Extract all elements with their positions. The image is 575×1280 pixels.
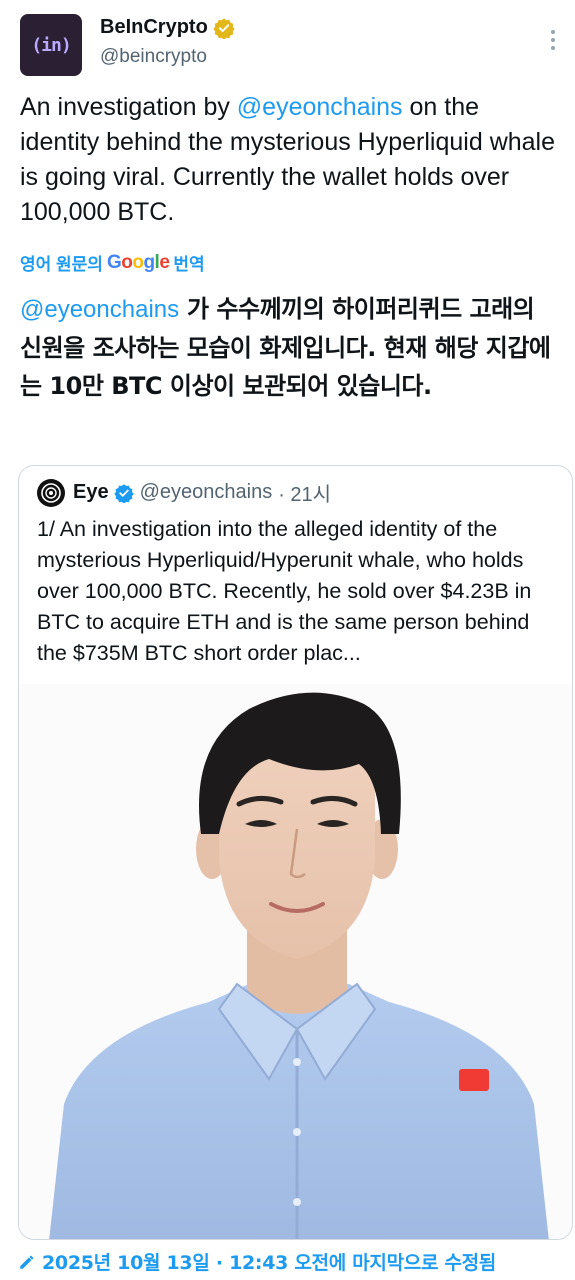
eye-avatar-icon[interactable] <box>37 478 65 507</box>
tweet-mention[interactable]: @eyeonchains <box>237 93 403 121</box>
quoted-author-name[interactable]: Eye <box>73 481 109 504</box>
translation-attribution[interactable]: 영어 원문의 Google 번역 <box>20 250 205 275</box>
quoted-text: 1/ An investigation into the alleged ide… <box>37 517 532 665</box>
author-avatar[interactable]: (in) <box>20 14 82 76</box>
quoted-tweet-header: Eye @eyeonchains · 21시 <box>37 478 331 507</box>
quoted-tweet[interactable]: Eye @eyeonchains · 21시 1/ An investigati… <box>18 465 573 1240</box>
edited-timestamp: 2025년 10월 13일 · 12:43 오전에 마지막으로 수정됨 <box>42 1252 496 1274</box>
author-name-row: BeInCrypto <box>100 16 235 39</box>
tweet-text-part1: An investigation by <box>20 93 237 121</box>
verified-blue-icon <box>113 483 134 503</box>
tweet-header: (in) BeInCrypto @beincrypto <box>0 0 575 90</box>
quoted-photo[interactable] <box>19 684 572 1239</box>
quoted-author-handle[interactable]: @eyeonchains <box>140 481 273 504</box>
translation-suffix: 번역 <box>173 255 205 274</box>
author-avatar-logo: (in) <box>31 34 71 56</box>
edited-footer[interactable]: 2025년 10월 13일 · 12:43 오전에 마지막으로 수정됨 <box>18 1248 496 1275</box>
author-handle[interactable]: @beincrypto <box>100 46 207 68</box>
person-portrait-image <box>49 692 549 1239</box>
author-name[interactable]: BeInCrypto <box>100 16 208 39</box>
more-icon[interactable] <box>543 26 563 56</box>
pencil-icon <box>20 1254 34 1269</box>
quoted-time: · 21시 <box>278 484 332 506</box>
tweet-text: An investigation by @eyeonchains on the … <box>20 90 560 230</box>
google-logo: Google <box>106 251 170 273</box>
verified-gold-icon <box>213 17 235 39</box>
translated-mention[interactable]: @eyeonchains <box>20 296 179 323</box>
translated-text: @eyeonchains 가 수수께끼의 하이퍼리퀴드 고래의 신원을 조사하는… <box>20 290 560 405</box>
translation-prefix: 영어 원문의 <box>20 255 103 274</box>
